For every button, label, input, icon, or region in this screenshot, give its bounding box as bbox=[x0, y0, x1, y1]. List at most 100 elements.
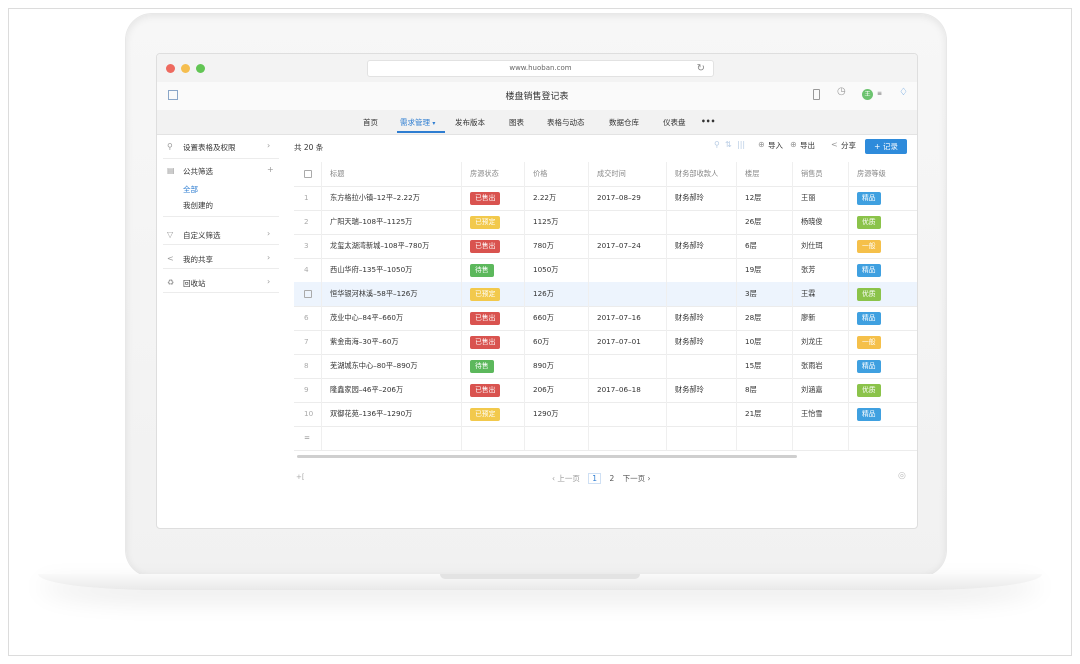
cell-title[interactable]: 隆鑫家园–46平–206万 bbox=[322, 378, 462, 402]
cell-level[interactable]: 优质 bbox=[849, 210, 917, 234]
cell-payee[interactable]: 财务郝玲 bbox=[667, 186, 737, 210]
tab-table-activity[interactable]: 表格与动态 bbox=[547, 117, 585, 128]
table-row[interactable]: 1 东方格拉小镇–12平–2.22万 已售出 2.22万 2017–08–29 财务郝玲 1… bbox=[294, 186, 917, 211]
share-button[interactable]: 分享 bbox=[841, 140, 856, 151]
cell-floor[interactable]: 15层 bbox=[737, 354, 793, 378]
cell-date[interactable]: 2017–07–24 bbox=[589, 234, 667, 258]
sidebar-item-my-share[interactable]: 我的共享 bbox=[183, 254, 213, 265]
cell-seller[interactable]: 廖新 bbox=[793, 306, 849, 330]
cell-level[interactable]: 精品 bbox=[849, 402, 917, 426]
cell-payee[interactable] bbox=[667, 282, 737, 306]
table-row[interactable]: 9 隆鑫家园–46平–206万 已售出 206万 2017–06–18 财务郝玲 8层 刘涵嘉… bbox=[294, 378, 917, 403]
cell-seller[interactable]: 刘龙庄 bbox=[793, 330, 849, 354]
cell-price[interactable]: 780万 bbox=[525, 234, 589, 258]
cell-date[interactable]: 2017–07–16 bbox=[589, 306, 667, 330]
cell-price[interactable]: 890万 bbox=[525, 354, 589, 378]
filter-created-by-me[interactable]: 我创建的 bbox=[183, 200, 213, 211]
summary-cell[interactable] bbox=[667, 426, 737, 450]
cell-floor[interactable]: 8层 bbox=[737, 378, 793, 402]
summary-cell[interactable] bbox=[525, 426, 589, 450]
cell-title[interactable]: 恒华银河林溪–58平–126万 bbox=[322, 282, 462, 306]
cell-date[interactable] bbox=[589, 210, 667, 234]
cell-price[interactable]: 126万 bbox=[525, 282, 589, 306]
export-button[interactable]: 导出 bbox=[800, 140, 815, 151]
cell-date[interactable] bbox=[589, 354, 667, 378]
cell-price[interactable]: 660万 bbox=[525, 306, 589, 330]
cell-status[interactable]: 待售 bbox=[462, 258, 525, 282]
cell-payee[interactable]: 财务郝玲 bbox=[667, 234, 737, 258]
add-record-button[interactable]: + 记录 bbox=[865, 139, 907, 154]
summary-cell[interactable] bbox=[849, 426, 917, 450]
address-bar[interactable]: www.huoban.com ↻ bbox=[367, 60, 714, 77]
table-row[interactable]: 8 芜湖城东中心–80平–890万 待售 890万 15层 张雨岩 精品 bbox=[294, 354, 917, 379]
tab-home[interactable]: 首页 bbox=[363, 117, 378, 128]
row-number[interactable]: 7 bbox=[294, 330, 322, 354]
cell-level[interactable]: 精品 bbox=[849, 186, 917, 210]
row-number[interactable]: 1 bbox=[294, 186, 322, 210]
cell-seller[interactable]: 刘涵嘉 bbox=[793, 378, 849, 402]
bell-icon[interactable]: ♢ bbox=[899, 87, 908, 98]
cell-floor[interactable]: 28层 bbox=[737, 306, 793, 330]
row-checkbox[interactable] bbox=[304, 290, 312, 298]
row-number[interactable]: 2 bbox=[294, 210, 322, 234]
cell-level[interactable]: 精品 bbox=[849, 306, 917, 330]
select-all-checkbox[interactable] bbox=[294, 162, 322, 186]
table-row[interactable]: 10 双御花苑–136平–1290万 已预定 1290万 21层 王怡雪 精品 bbox=[294, 402, 917, 427]
summary-cell[interactable] bbox=[322, 426, 462, 450]
cell-date[interactable] bbox=[589, 282, 667, 306]
mobile-icon[interactable] bbox=[813, 89, 820, 100]
table-row[interactable]: 7 紫金南海–30平–60万 已售出 60万 2017–07–01 财务郝玲 10层 刘龙庄一… bbox=[294, 330, 917, 355]
cell-title[interactable]: 紫金南海–30平–60万 bbox=[322, 330, 462, 354]
cell-level[interactable]: 精品 bbox=[849, 258, 917, 282]
cell-title[interactable]: 西山华府–135平–1050万 bbox=[322, 258, 462, 282]
avatar[interactable]: 王 bbox=[862, 89, 873, 100]
cell-payee[interactable]: 财务郝玲 bbox=[667, 378, 737, 402]
summary-cell[interactable] bbox=[737, 426, 793, 450]
row-number[interactable]: 10 bbox=[294, 402, 322, 426]
cell-seller[interactable]: 杨晓俊 bbox=[793, 210, 849, 234]
cell-status[interactable]: 已售出 bbox=[462, 378, 525, 402]
cell-payee[interactable]: 财务郝玲 bbox=[667, 330, 737, 354]
cell-level[interactable]: 一般 bbox=[849, 330, 917, 354]
tab-data-warehouse[interactable]: 数据仓库 bbox=[609, 117, 639, 128]
cell-seller[interactable]: 王霖 bbox=[793, 282, 849, 306]
chevron-right-icon[interactable]: › bbox=[267, 277, 270, 286]
summary-cell[interactable]: = bbox=[294, 426, 322, 450]
summary-cell[interactable] bbox=[462, 426, 525, 450]
table-row[interactable]: 2 广阳天瑞–108平–1125万 已预定 1125万 26层 杨晓俊 优质 bbox=[294, 210, 917, 235]
cell-payee[interactable] bbox=[667, 354, 737, 378]
column-header-payee[interactable]: 财务部收款人 bbox=[667, 162, 737, 186]
cell-seller[interactable]: 刘仕珥 bbox=[793, 234, 849, 258]
sort-icon[interactable]: ⇅ bbox=[725, 140, 732, 149]
cell-level[interactable]: 一般 bbox=[849, 234, 917, 258]
minimize-window-button[interactable] bbox=[181, 64, 190, 73]
cell-seller[interactable]: 王丽 bbox=[793, 186, 849, 210]
more-tabs-icon[interactable]: ••• bbox=[701, 117, 715, 126]
cell-floor[interactable]: 12层 bbox=[737, 186, 793, 210]
cell-floor[interactable]: 19层 bbox=[737, 258, 793, 282]
sidebar-item-public-filter[interactable]: 公共筛选 bbox=[183, 166, 213, 177]
history-icon[interactable]: ◷ bbox=[837, 86, 846, 97]
chevron-right-icon[interactable]: › bbox=[267, 229, 270, 238]
cell-title[interactable]: 东方格拉小镇–12平–2.22万 bbox=[322, 186, 462, 210]
cell-title[interactable]: 茂业中心–84平–660万 bbox=[322, 306, 462, 330]
filter-all[interactable]: 全部 bbox=[183, 184, 198, 195]
next-page-button[interactable]: 下一页 › bbox=[623, 473, 651, 484]
chevron-right-icon[interactable]: › bbox=[267, 253, 270, 262]
cell-title[interactable]: 龙玺太湖湾新城–108平–780万 bbox=[322, 234, 462, 258]
cell-date[interactable]: 2017–06–18 bbox=[589, 378, 667, 402]
table-row[interactable]: 6 茂业中心–84平–660万 已售出 660万 2017–07–16 财务郝玲 28层 廖新… bbox=[294, 306, 917, 331]
cell-status[interactable]: 待售 bbox=[462, 354, 525, 378]
row-number[interactable] bbox=[294, 282, 322, 306]
cell-status[interactable]: 已售出 bbox=[462, 186, 525, 210]
cell-title[interactable]: 芜湖城东中心–80平–890万 bbox=[322, 354, 462, 378]
eye-icon[interactable]: ◎ bbox=[898, 471, 906, 481]
column-header-floor[interactable]: 楼层 bbox=[737, 162, 793, 186]
reload-icon[interactable]: ↻ bbox=[697, 61, 705, 76]
table-row[interactable]: 恒华银河林溪–58平–126万 已预定 126万 3层 王霖 优质 bbox=[294, 282, 917, 307]
cell-floor[interactable]: 26层 bbox=[737, 210, 793, 234]
columns-icon[interactable]: ||| bbox=[737, 140, 745, 149]
page-2-button[interactable]: 2 bbox=[609, 474, 614, 483]
tab-releases[interactable]: 发布版本 bbox=[455, 117, 485, 128]
tab-requirements[interactable]: 需求管理 ▾ bbox=[400, 117, 435, 128]
